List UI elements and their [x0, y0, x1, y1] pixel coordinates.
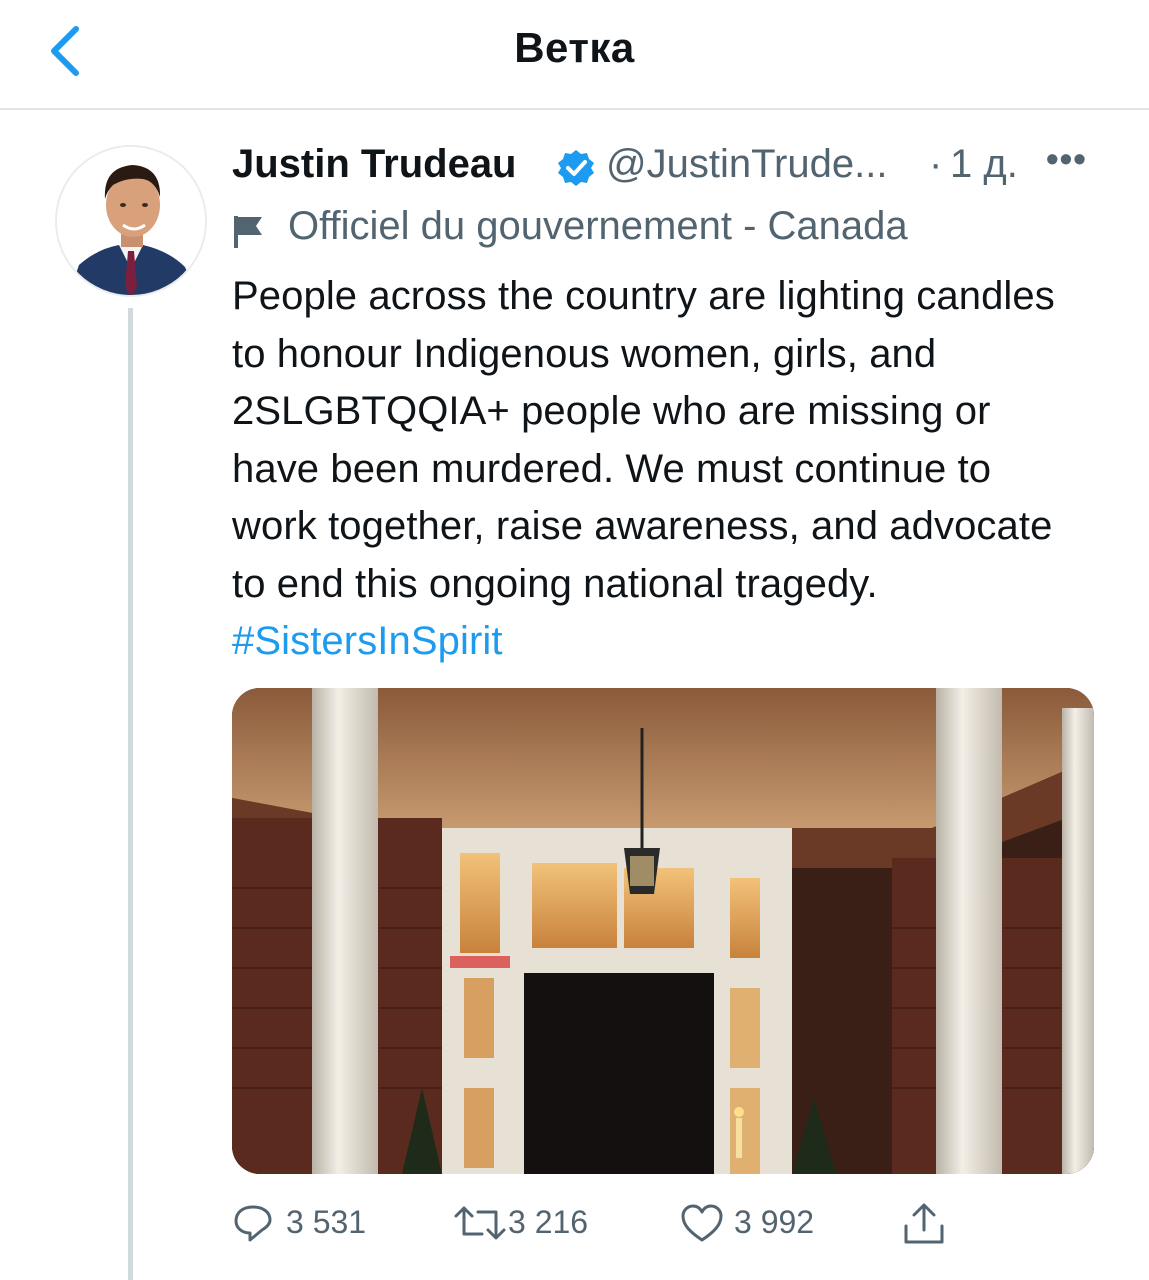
reply-button[interactable]: 3 531	[232, 1196, 382, 1250]
tweet: Justin Trudeau @JustinTrude... · 1 д. ••…	[232, 138, 1112, 671]
like-count: 3 992	[734, 1204, 815, 1240]
retweet-count: 3 216	[508, 1204, 589, 1240]
time-separator: ·	[929, 142, 943, 186]
more-options-button[interactable]: •••	[1046, 138, 1087, 180]
porch-photo	[232, 688, 1094, 1174]
top-navigation-bar: Ветка	[0, 0, 1149, 110]
tweet-actions: 3 531 3 216 3 992	[232, 1196, 1092, 1250]
tweet-body: People across the country are lighting c…	[232, 274, 1055, 606]
reply-icon	[234, 1205, 272, 1242]
tweet-timestamp[interactable]: 1 д.	[950, 142, 1018, 187]
tweet-text: People across the country are lighting c…	[232, 268, 1082, 671]
government-flag-icon	[234, 216, 262, 248]
government-label-text: Officiel du gouvernement - Canada	[288, 204, 908, 248]
verified-badge-icon	[558, 150, 594, 186]
like-button[interactable]: 3 992	[680, 1196, 830, 1250]
hashtag-link[interactable]: #SistersInSpirit	[232, 619, 503, 663]
reply-count: 3 531	[286, 1204, 367, 1240]
share-button[interactable]	[900, 1196, 960, 1250]
retweet-button[interactable]: 3 216	[452, 1196, 602, 1250]
page-title: Ветка	[514, 24, 635, 71]
author-name[interactable]: Justin Trudeau	[232, 142, 517, 187]
like-icon	[681, 1204, 723, 1242]
retweet-icon	[454, 1206, 506, 1240]
avatar[interactable]	[55, 145, 207, 297]
government-label[interactable]: Officiel du gouvernement - Canada	[232, 204, 1112, 254]
author-handle[interactable]: @JustinTrude...	[606, 142, 887, 187]
thread-line	[128, 308, 133, 1280]
tweet-header: Justin Trudeau @JustinTrude... · 1 д. ••…	[232, 138, 1112, 190]
avatar-portrait-image	[57, 147, 205, 295]
share-icon	[904, 1203, 944, 1244]
tweet-media-image[interactable]	[232, 688, 1094, 1174]
